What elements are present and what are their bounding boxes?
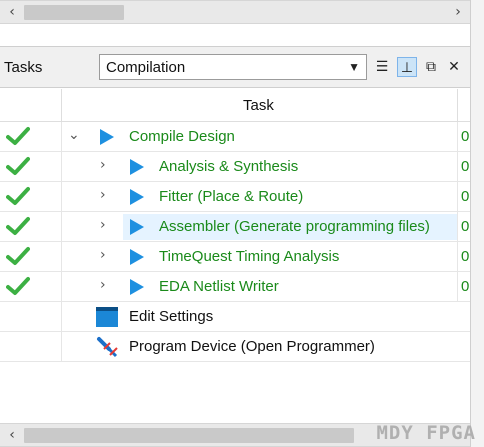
task-label: Edit Settings (129, 308, 214, 325)
play-icon[interactable] (130, 189, 144, 205)
play-icon[interactable] (130, 279, 144, 295)
float-window-icon[interactable]: ⧉ (421, 57, 441, 77)
task-row-analysis-synthesis[interactable]: › Analysis & Synthesis 0 (0, 152, 470, 182)
top-horizontal-scrollbar[interactable]: ‹ › (0, 0, 470, 24)
cell-stub: 0 (461, 188, 470, 205)
task-label: TimeQuest Timing Analysis (159, 248, 340, 265)
right-panel-edge (470, 0, 484, 447)
task-row-edit-settings[interactable]: Edit Settings (0, 302, 470, 332)
scroll-left-arrow-icon[interactable]: ‹ (0, 424, 24, 446)
programmer-icon (97, 337, 118, 358)
chevron-right-icon[interactable]: › (100, 277, 106, 293)
cell-stub: 0 (461, 278, 470, 295)
pin-icon[interactable]: ⊥ (397, 57, 417, 77)
cell-stub: 0 (461, 248, 470, 265)
task-row-eda-netlist[interactable]: › EDA Netlist Writer 0 (0, 272, 470, 302)
play-icon[interactable] (130, 159, 144, 175)
task-label: Compile Design (129, 128, 235, 145)
task-row-compile-design[interactable]: ⌄ Compile Design 0 (0, 122, 470, 152)
watermark-text: MDY FPGA (376, 422, 476, 444)
task-label: Assembler (Generate programming files) (159, 218, 430, 235)
task-row-assembler[interactable]: › Assembler (Generate programming files)… (0, 212, 470, 242)
scroll-thumb[interactable] (24, 5, 124, 20)
task-label: Program Device (Open Programmer) (129, 338, 375, 355)
table-header: Task (0, 89, 470, 122)
play-icon[interactable] (130, 219, 144, 235)
task-label: EDA Netlist Writer (159, 278, 279, 295)
settings-icon (96, 307, 118, 327)
scroll-left-arrow-icon[interactable]: ‹ (0, 1, 24, 23)
flow-select-value: Compilation (106, 59, 186, 76)
cell-stub: 0 (461, 158, 470, 175)
task-row-timequest[interactable]: › TimeQuest Timing Analysis 0 (0, 242, 470, 272)
tasks-title: Tasks (4, 59, 43, 76)
list-icon[interactable]: ☰ (372, 57, 392, 77)
chevron-right-icon[interactable]: › (100, 157, 106, 173)
task-row-fitter[interactable]: › Fitter (Place & Route) 0 (0, 182, 470, 212)
column-header-task[interactable]: Task (243, 97, 274, 114)
scroll-right-arrow-icon[interactable]: › (446, 1, 470, 23)
scroll-thumb[interactable] (24, 428, 354, 443)
cell-stub: 0 (461, 218, 470, 235)
check-icon (6, 277, 30, 295)
play-icon[interactable] (100, 129, 114, 145)
play-icon[interactable] (130, 249, 144, 265)
chevron-down-icon[interactable]: ▼ (348, 60, 360, 74)
task-label: Fitter (Place & Route) (159, 188, 304, 205)
chevron-right-icon[interactable]: › (100, 247, 106, 263)
close-icon[interactable]: ✕ (444, 57, 464, 77)
chevron-down-icon[interactable]: ⌄ (68, 127, 80, 143)
cell-stub: 0 (461, 128, 470, 145)
check-icon (6, 127, 30, 145)
task-row-program-device[interactable]: Program Device (Open Programmer) (0, 332, 470, 362)
check-icon (6, 217, 30, 235)
check-icon (6, 247, 30, 265)
check-icon (6, 187, 30, 205)
flow-select[interactable]: Compilation ▼ (99, 54, 367, 80)
chevron-right-icon[interactable]: › (100, 217, 106, 233)
check-icon (6, 157, 30, 175)
task-label: Analysis & Synthesis (159, 158, 299, 175)
task-table: Task ⌄ Compile Design 0 › Analysis & Syn… (0, 89, 470, 362)
tasks-toolbar: Tasks Compilation ▼ ☰ ⊥ ⧉ ✕ (0, 46, 470, 88)
chevron-right-icon[interactable]: › (100, 187, 106, 203)
